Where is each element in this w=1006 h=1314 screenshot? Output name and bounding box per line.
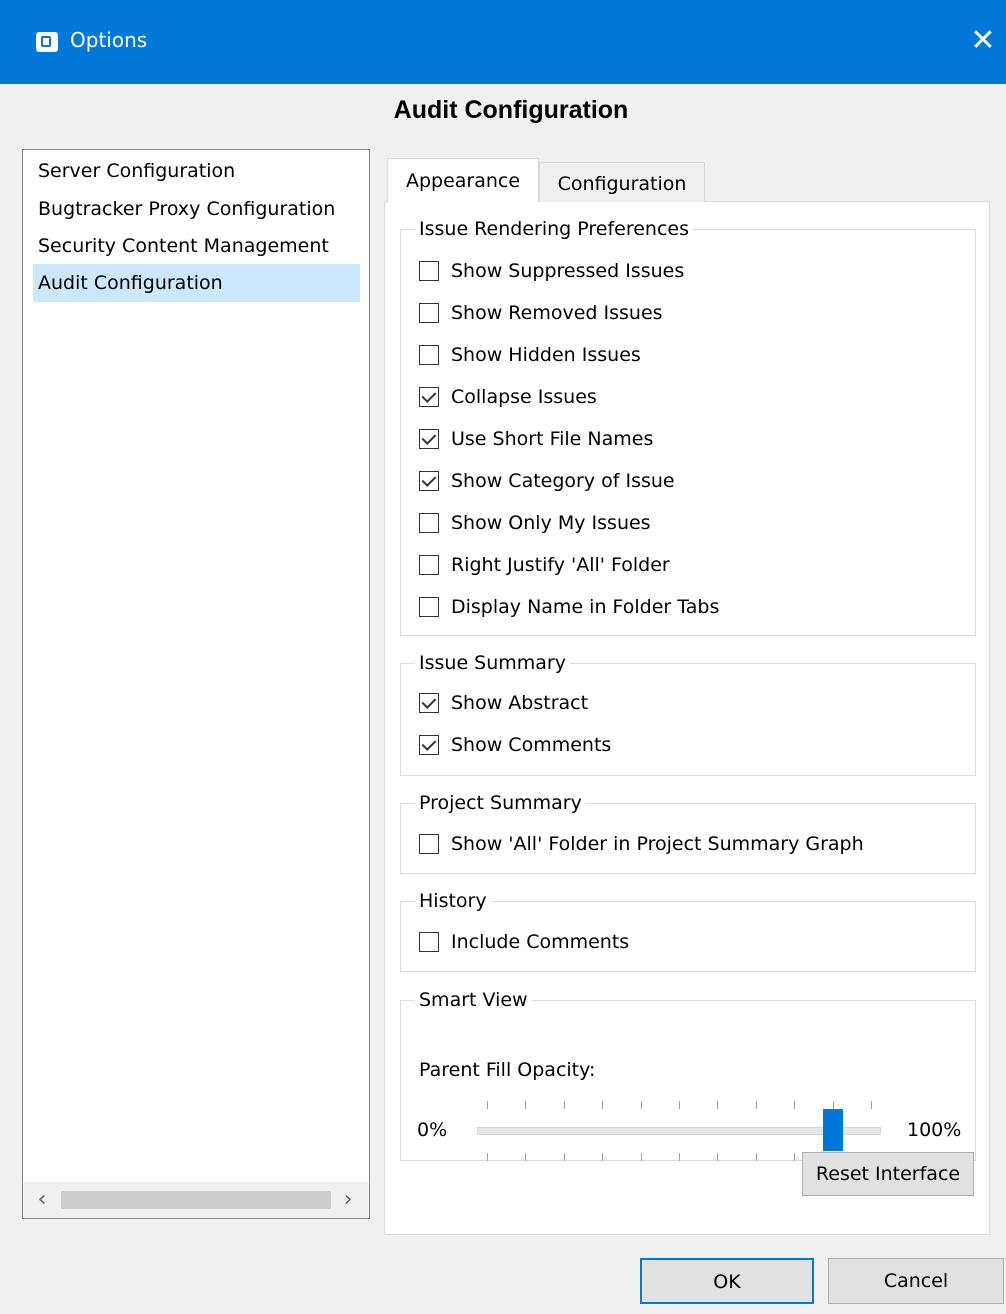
slider-tick-top xyxy=(794,1101,795,1109)
opacity-slider[interactable] xyxy=(401,1001,975,1161)
checkbox-box[interactable] xyxy=(419,597,439,617)
checkbox-label: Show Category of Issue xyxy=(451,470,675,492)
checkbox-box[interactable] xyxy=(419,471,439,491)
slider-thumb[interactable] xyxy=(823,1109,843,1151)
slider-tick-top xyxy=(833,1101,834,1109)
ok-button[interactable]: OK xyxy=(640,1258,814,1304)
group-history: History Include Comments xyxy=(400,888,976,972)
group-issue-summary: Issue Summary Show Abstract Show Comment… xyxy=(400,650,976,776)
slider-tick-bottom xyxy=(525,1153,526,1161)
slider-tick-top xyxy=(487,1101,488,1109)
slider-tick-bottom xyxy=(756,1153,757,1161)
checkbox-label: Show Suppressed Issues xyxy=(451,260,685,282)
group-issue-rendering-preferences: Issue Rendering Preferences Show Suppres… xyxy=(400,216,976,636)
checkbox-box[interactable] xyxy=(419,345,439,365)
slider-tick-bottom xyxy=(641,1153,642,1161)
horizontal-scrollbar[interactable]: ‹ › xyxy=(23,1182,369,1218)
app-icon xyxy=(36,32,58,52)
window-title: Options xyxy=(70,28,148,52)
slider-tick-bottom xyxy=(794,1153,795,1161)
nav-item-bugtracker-proxy-configuration[interactable]: Bugtracker Proxy Configuration xyxy=(33,190,360,228)
group-title: History xyxy=(415,888,491,914)
slider-tick-bottom xyxy=(679,1153,680,1161)
slider-tick-top xyxy=(871,1101,872,1109)
checkbox-label: Display Name in Folder Tabs xyxy=(451,596,720,618)
group-smart-view: Smart View Parent Fill Opacity: 0% 100% xyxy=(400,987,976,1161)
cancel-button[interactable]: Cancel xyxy=(828,1258,1004,1304)
title-bar: Options ✕ xyxy=(0,0,1006,84)
chevron-right-icon[interactable]: › xyxy=(335,1182,361,1218)
page-heading-container: Audit Configuration xyxy=(0,96,1006,125)
checkbox-label: Show Removed Issues xyxy=(451,302,663,324)
scrollbar-thumb[interactable] xyxy=(61,1191,331,1209)
slider-tick-top xyxy=(641,1101,642,1109)
close-icon[interactable]: ✕ xyxy=(966,22,1000,60)
nav-item-audit-configuration[interactable]: Audit Configuration xyxy=(33,264,360,302)
checkbox-label: Right Justify 'All' Folder xyxy=(451,554,670,576)
checkbox-label: Show Comments xyxy=(451,734,612,756)
group-title: Project Summary xyxy=(415,790,586,816)
checkbox-box[interactable] xyxy=(419,513,439,533)
checkbox-box[interactable] xyxy=(419,735,439,755)
checkbox-label: Collapse Issues xyxy=(451,386,597,408)
reset-interface-button[interactable]: Reset Interface xyxy=(802,1152,974,1196)
group-title: Issue Summary xyxy=(415,650,570,676)
slider-tick-top xyxy=(679,1101,680,1109)
slider-tick-bottom xyxy=(717,1153,718,1161)
slider-tick-bottom xyxy=(487,1153,488,1161)
slider-tick-top xyxy=(756,1101,757,1109)
checkbox-box[interactable] xyxy=(419,303,439,323)
group-project-summary: Project Summary Show 'All' Folder in Pro… xyxy=(400,790,976,874)
page-title: Audit Configuration xyxy=(393,96,629,124)
nav-list[interactable]: Server Configuration Bugtracker Proxy Co… xyxy=(22,149,370,1219)
chevron-left-icon[interactable]: ‹ xyxy=(29,1182,55,1218)
checkbox-label: Show Only My Issues xyxy=(451,512,651,534)
checkbox-box[interactable] xyxy=(419,932,439,952)
checkbox-box[interactable] xyxy=(419,387,439,407)
group-title: Issue Rendering Preferences xyxy=(415,216,693,242)
slider-tick-bottom xyxy=(602,1153,603,1161)
nav-item-server-configuration[interactable]: Server Configuration xyxy=(33,152,360,190)
slider-tick-bottom xyxy=(564,1153,565,1161)
slider-tick-top xyxy=(564,1101,565,1109)
tab-configuration[interactable]: Configuration xyxy=(539,162,705,202)
nav-item-security-content-management[interactable]: Security Content Management xyxy=(33,227,360,265)
checkbox-label: Show 'All' Folder in Project Summary Gra… xyxy=(451,833,864,855)
checkbox-label: Use Short File Names xyxy=(451,428,654,450)
slider-tick-top xyxy=(525,1101,526,1109)
checkbox-box[interactable] xyxy=(419,429,439,449)
tab-appearance[interactable]: Appearance xyxy=(387,158,539,202)
checkbox-label: Include Comments xyxy=(451,931,630,953)
checkbox-box[interactable] xyxy=(419,834,439,854)
slider-track[interactable] xyxy=(477,1127,881,1135)
slider-tick-top xyxy=(717,1101,718,1109)
checkbox-label: Show Hidden Issues xyxy=(451,344,641,366)
checkbox-box[interactable] xyxy=(419,261,439,281)
checkbox-box[interactable] xyxy=(419,555,439,575)
checkbox-label: Show Abstract xyxy=(451,692,589,714)
checkbox-box[interactable] xyxy=(419,693,439,713)
slider-tick-top xyxy=(602,1101,603,1109)
